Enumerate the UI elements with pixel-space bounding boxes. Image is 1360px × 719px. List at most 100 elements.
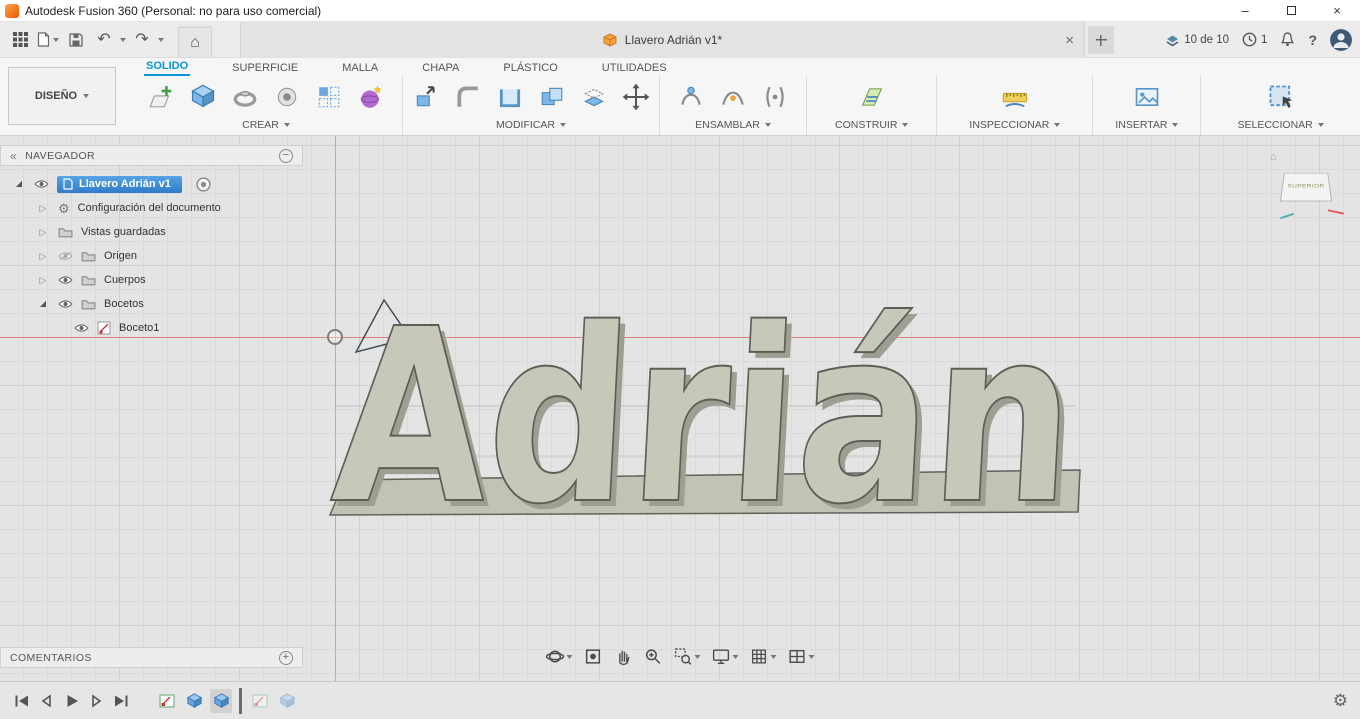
activate-component-radio[interactable] [196, 177, 211, 192]
workspace-selector[interactable]: DISEÑO [8, 67, 116, 125]
comments-header[interactable]: COMENTARIOS + [0, 647, 303, 668]
comments-expand-button[interactable]: + [279, 651, 293, 665]
timeline-feature-sketch[interactable] [156, 689, 178, 713]
group-label-insertar[interactable]: INSERTAR [1115, 118, 1178, 135]
collapse-panel-icon[interactable]: « [10, 150, 17, 162]
expander-icon[interactable]: ◢ [12, 180, 26, 188]
new-document-tab-button[interactable] [1088, 26, 1114, 54]
tree-row-sketches[interactable]: ◢ Bocetos [0, 292, 303, 316]
tree-row-origin[interactable]: ▷ Origen [0, 244, 303, 268]
visibility-eye-icon[interactable] [34, 179, 49, 189]
undo-history-caret-icon[interactable] [120, 38, 126, 42]
viewports-button[interactable] [786, 646, 817, 667]
tree-row-saved-views[interactable]: ▷ Vistas guardadas [0, 220, 303, 244]
navigator-collapse-button[interactable]: − [279, 149, 293, 163]
tab-solido[interactable]: SOLIDO [144, 60, 190, 76]
tab-malla[interactable]: MALLA [340, 62, 380, 76]
visibility-eye-off-icon[interactable] [58, 251, 73, 261]
new-component-tool[interactable] [674, 80, 708, 114]
combine-tool[interactable] [535, 80, 569, 114]
timeline-feature-sketch-rolled[interactable] [249, 689, 271, 713]
help-button[interactable]: ? [1308, 33, 1317, 47]
tab-superficie[interactable]: SUPERFICIE [230, 62, 300, 76]
expander-icon[interactable]: ▷ [36, 252, 50, 261]
press-pull-tool[interactable] [409, 80, 443, 114]
viewcube-top-face[interactable]: SUPERIOR [1280, 173, 1332, 202]
visibility-eye-icon[interactable] [58, 299, 73, 309]
tree-row-sketch1[interactable]: Boceto1 [0, 316, 303, 340]
group-label-ensamblar[interactable]: ENSAMBLAR [695, 118, 771, 135]
timeline-step-forward-button[interactable] [87, 692, 105, 710]
tree-row-bodies[interactable]: ▷ Cuerpos [0, 268, 303, 292]
move-copy-tool[interactable] [619, 80, 653, 114]
expander-icon[interactable]: ▷ [36, 204, 50, 213]
look-at-button[interactable] [582, 646, 605, 667]
shell-tool[interactable] [493, 80, 527, 114]
navigator-header[interactable]: « NAVEGADOR − [0, 145, 303, 166]
tree-row-root-document[interactable]: ◢ Llavero Adrián v1 [0, 172, 303, 196]
expander-icon[interactable]: ◢ [36, 300, 50, 308]
window-maximize-button[interactable] [1268, 0, 1314, 21]
home-view-button[interactable]: ⌂ [178, 27, 212, 57]
window-minimize-button[interactable]: – [1222, 0, 1268, 21]
revolve-tool[interactable] [228, 80, 262, 114]
as-built-joint-tool[interactable] [758, 80, 792, 114]
viewport-canvas[interactable]: Adrián Adrián ⌂ SUPERIOR « NAVEGADOR − ◢… [0, 136, 1360, 681]
create-sketch-tool[interactable] [144, 80, 178, 114]
timeline-go-to-end-button[interactable] [112, 692, 130, 710]
timeline-settings-button[interactable]: ⚙ [1333, 692, 1348, 709]
tab-close-icon[interactable]: × [1065, 33, 1074, 48]
group-label-crear[interactable]: CREAR [242, 118, 290, 135]
insert-tool[interactable] [1130, 80, 1164, 114]
data-panel-button[interactable] [8, 26, 32, 54]
group-label-inspeccionar[interactable]: INSPECCIONAR [969, 118, 1060, 135]
tab-plastico[interactable]: PLÁSTICO [501, 62, 559, 76]
visibility-eye-icon[interactable] [58, 275, 73, 285]
tab-chapa[interactable]: CHAPA [420, 62, 461, 76]
timeline-go-to-start-button[interactable] [12, 692, 30, 710]
hole-tool[interactable] [270, 80, 304, 114]
alerts-bell-button[interactable] [1280, 32, 1295, 47]
create-form-tool[interactable] [354, 80, 388, 114]
model-3d-adrian[interactable]: Adrián Adrián [315, 286, 1090, 536]
offset-face-tool[interactable] [577, 80, 611, 114]
timeline-playhead[interactable] [239, 688, 242, 714]
timeline-play-button[interactable] [62, 692, 80, 710]
account-avatar[interactable] [1330, 29, 1352, 51]
window-close-button[interactable]: × [1314, 0, 1360, 21]
group-label-modificar[interactable]: MODIFICAR [496, 118, 566, 135]
tree-row-document-settings[interactable]: ▷ ⚙ Configuración del documento [0, 196, 303, 220]
pan-button[interactable] [612, 646, 635, 667]
zoom-button[interactable] [642, 646, 665, 667]
construction-plane-tool[interactable] [855, 80, 889, 114]
grid-snap-button[interactable] [748, 646, 779, 667]
joint-tool[interactable] [716, 80, 750, 114]
timeline-step-back-button[interactable] [37, 692, 55, 710]
document-tab[interactable]: Llavero Adrián v1* × [240, 22, 1085, 58]
save-button[interactable] [64, 26, 88, 54]
expander-icon[interactable]: ▷ [36, 228, 50, 237]
display-settings-button[interactable] [710, 646, 741, 667]
viewcube-home-icon[interactable]: ⌂ [1270, 152, 1277, 163]
viewcube[interactable]: ⌂ SUPERIOR [1270, 156, 1346, 218]
visibility-eye-icon[interactable] [74, 323, 89, 333]
timeline-feature-extrude-selected[interactable] [210, 689, 232, 713]
timeline-feature-extrude[interactable] [183, 689, 205, 713]
root-document-item[interactable]: Llavero Adrián v1 [57, 176, 182, 193]
timeline-feature-extrude-rolled[interactable] [276, 689, 298, 713]
fillet-tool[interactable] [451, 80, 485, 114]
redo-button[interactable]: ↷ [130, 26, 154, 54]
extrude-tool[interactable] [186, 80, 220, 114]
notification-center-button[interactable]: 1 [1242, 32, 1267, 47]
redo-history-caret-icon[interactable] [158, 38, 164, 42]
pattern-tool[interactable] [312, 80, 346, 114]
tab-utilidades[interactable]: UTILIDADES [600, 62, 669, 76]
measure-tool[interactable] [998, 80, 1032, 114]
job-status-button[interactable]: 10 de 10 [1165, 33, 1229, 47]
expander-icon[interactable]: ▷ [36, 276, 50, 285]
group-label-seleccionar[interactable]: SELECCIONAR [1237, 118, 1323, 135]
undo-button[interactable]: ↶ [92, 26, 116, 54]
orbit-button[interactable] [544, 646, 575, 667]
select-tool[interactable] [1264, 80, 1298, 114]
group-label-construir[interactable]: CONSTRUIR [835, 118, 908, 135]
